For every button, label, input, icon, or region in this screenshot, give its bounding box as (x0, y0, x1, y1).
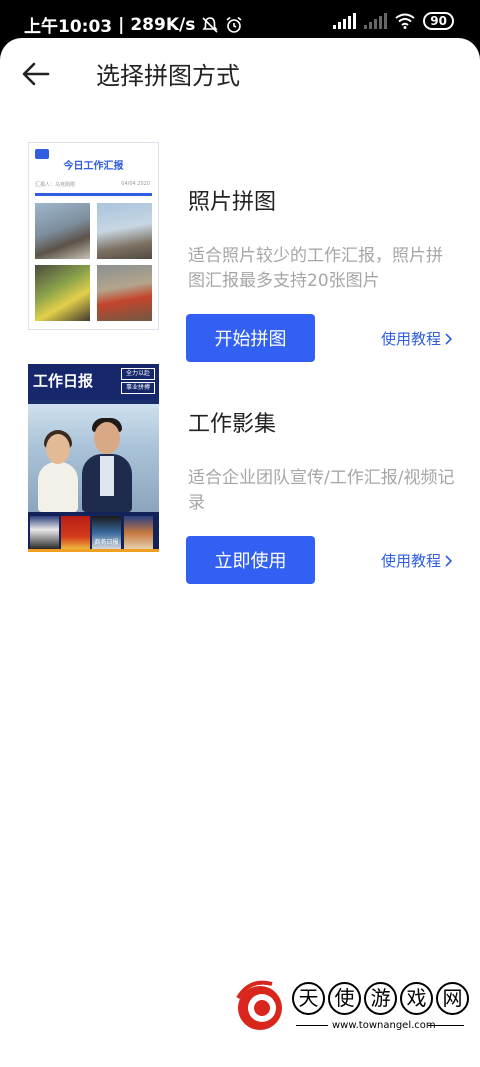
watermark-logo-icon (236, 980, 282, 1030)
site-watermark: 天 使 游 戏 网 www.townangel.com (232, 978, 480, 1038)
thumbnail-main-photo (28, 404, 159, 512)
watermark-rule (296, 1025, 328, 1026)
signal-2-icon (364, 13, 388, 29)
collage-photo (35, 265, 90, 321)
thumbnail-reporter: 汇报人：马克刚刚 (35, 182, 76, 188)
alarm-icon (226, 16, 242, 33)
watermark-char: 游 (364, 982, 397, 1015)
photo-person-shirt (100, 456, 114, 496)
use-now-button[interactable]: 立即使用 (186, 536, 315, 584)
network-speed: 289K/s (130, 14, 196, 35)
thumbnail-date: 04/04 2020 (121, 181, 150, 187)
tutorial-link[interactable]: 使用教程 (381, 550, 452, 571)
card-description: 适合企业团队宣传/工作汇报/视频记录 (188, 468, 455, 513)
mini-thumbnail (30, 516, 59, 550)
thumbnail-title: 工作日报 (33, 372, 94, 390)
watermark-char: 使 (328, 982, 361, 1015)
mini-thumbnail: 商务日报 (92, 516, 121, 550)
tutorial-link[interactable]: 使用教程 (381, 328, 452, 349)
start-collage-button[interactable]: 开始拼图 (186, 314, 315, 362)
app-bar: 选择拼图方式 (0, 38, 480, 108)
thumbnail-banner: 工作日报 全力以赴 事业拼搏 (28, 364, 159, 400)
work-album-card: 工作日报 全力以赴 事业拼搏 商务日报 工作影集 适合企业团队宣传/工作汇报/视… (0, 364, 480, 584)
status-separator: | (118, 14, 125, 35)
thumbnail-divider (35, 193, 152, 196)
chevron-right-icon (445, 332, 452, 345)
thumbnail-title: 今日工作汇报 (63, 161, 124, 172)
collage-photo (97, 265, 152, 321)
thumbnail-tag: 全力以赴 (121, 368, 155, 380)
status-time: 上午10:03 (24, 17, 113, 37)
collage-photo (35, 203, 90, 259)
card-description: 适合照片较少的工作汇报，照片拼图汇报最多支持20张图片 (188, 246, 443, 291)
photo-collage-card: 今日工作汇报 汇报人：马克刚刚 04/04 2020 照片拼图 适合照片较少的工… (0, 142, 480, 362)
watermark-char: 网 (436, 982, 469, 1015)
wifi-icon (395, 13, 415, 29)
photo-person-head (46, 434, 70, 464)
back-arrow-icon[interactable] (20, 58, 52, 90)
mini-thumbnail-label: 商务日报 (94, 539, 119, 546)
watermark-url: www.townangel.com (332, 1020, 436, 1031)
battery-icon: 90 (423, 12, 454, 30)
watermark-text: 天 使 游 戏 网 (292, 982, 469, 1015)
thumbnail-tags: 全力以赴 事业拼搏 (121, 368, 155, 396)
chevron-right-icon (445, 554, 452, 567)
status-left: 上午10:03 | 289K/s (24, 12, 243, 37)
mini-thumbnail (61, 516, 90, 550)
card-title: 照片拼图 (188, 190, 277, 215)
watermark-char: 戏 (400, 982, 433, 1015)
mini-thumbnail (124, 516, 153, 550)
photo-person-head (94, 422, 120, 454)
thumbnail-header: 今日工作汇报 汇报人：马克刚刚 04/04 2020 (29, 143, 158, 199)
tutorial-link-label: 使用教程 (380, 552, 441, 570)
page-title: 选择拼图方式 (96, 62, 240, 90)
mute-bell-icon (202, 16, 218, 33)
photo-person (38, 462, 78, 512)
watermark-rule (428, 1025, 464, 1026)
watermark-char: 天 (292, 982, 325, 1015)
thumbnail-tag: 事业拼搏 (121, 382, 155, 394)
work-album-thumbnail[interactable]: 工作日报 全力以赴 事业拼搏 商务日报 (28, 364, 159, 552)
photo-collage-thumbnail[interactable]: 今日工作汇报 汇报人：马克刚刚 04/04 2020 (28, 142, 159, 330)
thumbnail-accent-rule (28, 549, 159, 552)
collage-photo (97, 203, 152, 259)
tutorial-link-label: 使用教程 (380, 330, 441, 348)
status-right: 90 (333, 12, 454, 30)
card-title: 工作影集 (188, 412, 277, 437)
app-screen: 选择拼图方式 今日工作汇报 汇报人：马克刚刚 04/04 2020 照片拼图 适… (0, 38, 480, 1067)
signal-icon (333, 13, 357, 29)
thumbnail-mini-strip: 商务日报 (28, 512, 159, 552)
